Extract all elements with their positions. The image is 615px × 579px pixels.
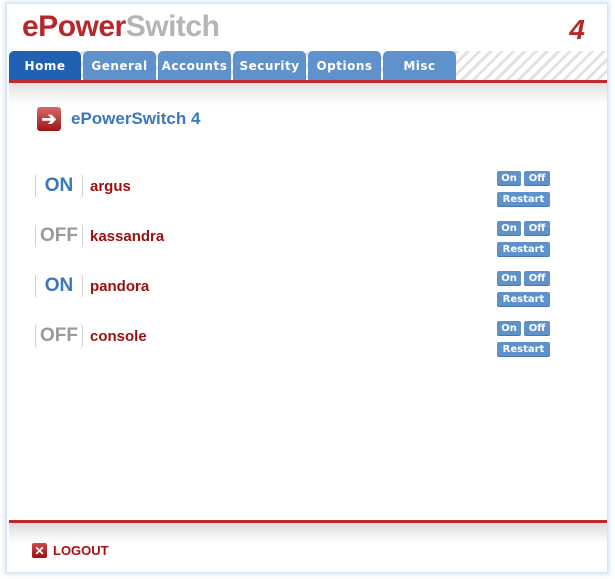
- outlet-restart-button[interactable]: Restart: [497, 242, 550, 256]
- tab-misc[interactable]: Misc: [383, 51, 456, 80]
- outlet-restart-button[interactable]: Restart: [497, 342, 550, 356]
- footer-shadow: [9, 523, 607, 543]
- page-heading: ➔ ePowerSwitch 4: [37, 107, 200, 131]
- tab-security[interactable]: Security: [233, 51, 306, 80]
- outlet-state-badge: OFF: [35, 224, 83, 248]
- outlet-row-argus: ON argus On Off Restart: [35, 166, 595, 206]
- brand-part-epower: ePower: [22, 10, 126, 43]
- outlet-restart-button[interactable]: Restart: [497, 192, 550, 206]
- outlet-state-badge: ON: [35, 174, 83, 198]
- arrow-right-icon: ➔: [37, 107, 61, 131]
- outlet-name: pandora: [90, 278, 150, 295]
- outlet-row-pandora: ON pandora On Off Restart: [35, 266, 595, 306]
- page-title: ePowerSwitch 4: [71, 109, 201, 128]
- header-shadow: [9, 83, 607, 105]
- app-window: ePowerSwitch 4 Home General Accounts Sec…: [7, 4, 607, 572]
- tab-accounts[interactable]: Accounts: [158, 51, 231, 80]
- outlet-state-badge: ON: [35, 274, 83, 298]
- outlet-name: argus: [90, 178, 131, 195]
- outlet-state-badge: OFF: [35, 324, 83, 348]
- version-number: 4: [569, 14, 585, 45]
- outlet-row-kassandra: OFF kassandra On Off Restart: [35, 216, 595, 256]
- close-icon: ✕: [32, 543, 47, 558]
- outlet-name: kassandra: [90, 228, 165, 245]
- outlet-on-button[interactable]: On: [497, 221, 521, 235]
- outlet-off-button[interactable]: Off: [524, 171, 550, 185]
- logout-link[interactable]: ✕ LOGOUT: [32, 543, 109, 558]
- brand-part-switch: Switch: [125, 10, 220, 43]
- outlet-on-button[interactable]: On: [497, 321, 521, 335]
- outlet-restart-button[interactable]: Restart: [497, 292, 550, 306]
- main-nav-tabs: Home General Accounts Security Options M…: [9, 51, 607, 80]
- outlet-row-console: OFF console On Off Restart: [35, 316, 595, 356]
- outlet-on-button[interactable]: On: [497, 271, 521, 285]
- tab-options[interactable]: Options: [308, 51, 381, 80]
- outlet-off-button[interactable]: Off: [524, 321, 550, 335]
- logout-label[interactable]: LOGOUT: [53, 543, 109, 558]
- outlet-off-button[interactable]: Off: [524, 221, 550, 235]
- tab-general[interactable]: General: [83, 51, 156, 80]
- brand-logo: ePowerSwitch: [22, 10, 220, 44]
- outlet-off-button[interactable]: Off: [524, 271, 550, 285]
- tab-home[interactable]: Home: [9, 51, 81, 80]
- outlet-name: console: [90, 328, 147, 345]
- outlet-on-button[interactable]: On: [497, 171, 521, 185]
